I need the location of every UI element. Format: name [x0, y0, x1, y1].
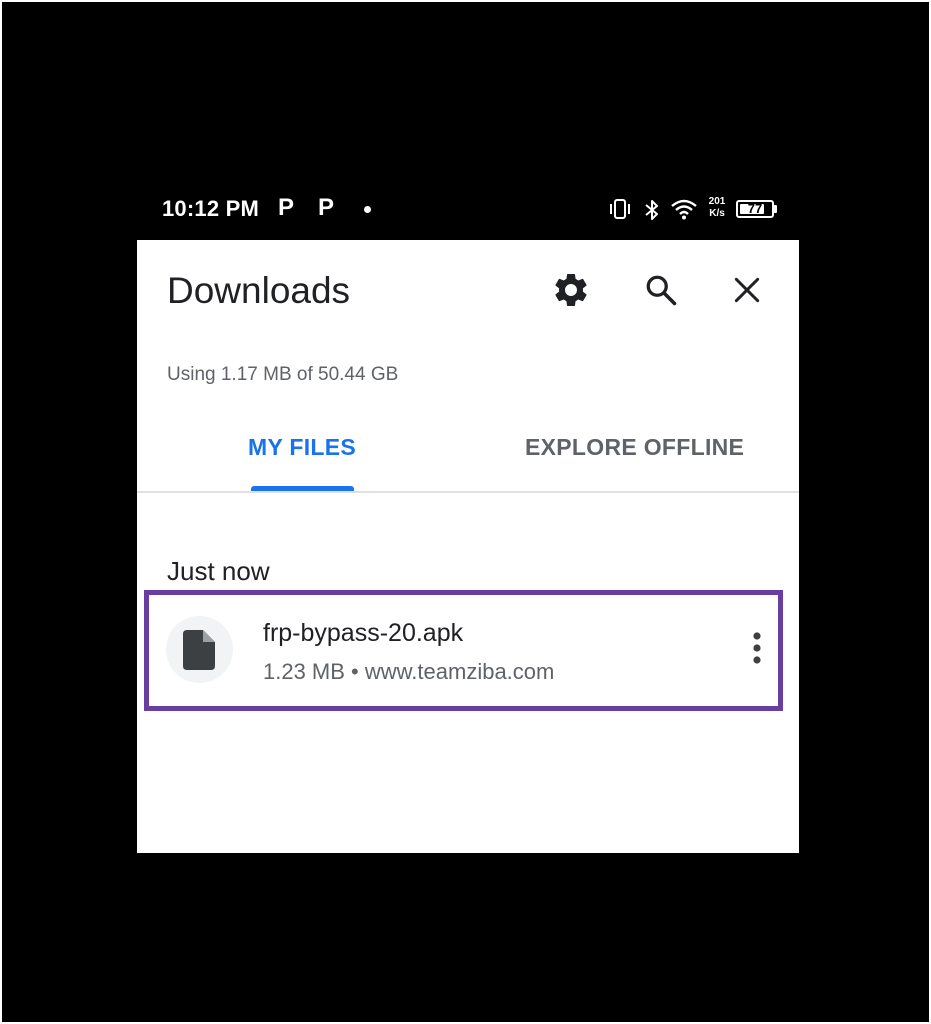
storage-usage: Using 1.17 MB of 50.44 GB [167, 364, 399, 385]
bluetooth-icon [642, 198, 662, 227]
close-button[interactable] [725, 270, 769, 314]
tab-divider [137, 491, 799, 493]
close-icon [731, 274, 763, 311]
network-speed-value: 201 [708, 196, 726, 207]
more-notifications-dot [364, 206, 371, 213]
battery-icon: 77 [736, 200, 774, 218]
file-icon [166, 616, 233, 683]
wifi-icon [670, 198, 698, 225]
battery-nub [774, 205, 777, 213]
page-title: Downloads [167, 270, 351, 311]
downloads-panel: Downloads Using 1.17 MB of 50.44 GB MY F… [137, 240, 799, 853]
status-time: 10:12 PM [162, 196, 259, 221]
section-heading: Just now [167, 556, 270, 586]
settings-button[interactable] [549, 270, 593, 314]
download-item[interactable]: frp-bypass-20.apk 1.23 MB • www.teamziba… [144, 590, 783, 711]
more-vert-icon [752, 631, 762, 669]
vibrate-icon [608, 198, 632, 225]
gear-icon [551, 270, 591, 315]
network-speed: 201 K/s [706, 196, 728, 220]
search-button[interactable] [639, 270, 683, 314]
more-options-button[interactable] [739, 630, 775, 670]
network-speed-unit: K/s [709, 208, 725, 219]
notification-icon-p: P [318, 194, 335, 221]
search-icon [643, 272, 679, 313]
battery-level: 77 [747, 201, 763, 216]
file-meta: 1.23 MB • www.teamziba.com [263, 659, 555, 684]
tab-my-files[interactable]: MY FILES [248, 434, 356, 461]
tab-explore-offline[interactable]: EXPLORE OFFLINE [525, 434, 744, 461]
notification-icon-p: P [278, 194, 295, 221]
file-name: frp-bypass-20.apk [263, 619, 464, 647]
